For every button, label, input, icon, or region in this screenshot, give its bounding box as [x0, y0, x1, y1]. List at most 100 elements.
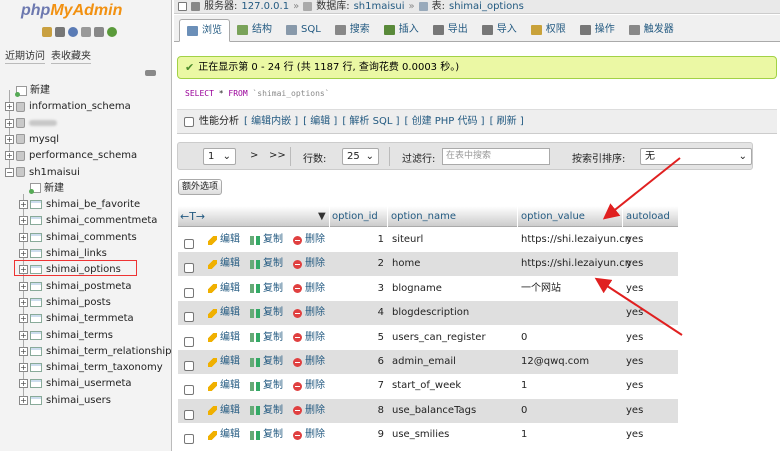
expand-icon[interactable]: +: [5, 134, 14, 144]
next-page-button[interactable]: >: [250, 150, 258, 161]
cell-autoload[interactable]: yes: [626, 350, 643, 374]
tab-operations[interactable]: 操作: [573, 18, 622, 41]
breadcrumb-db[interactable]: sh1maisui: [354, 0, 405, 14]
database-item[interactable]: − sh1maisui: [5, 165, 80, 180]
expand-icon[interactable]: +: [19, 249, 28, 258]
header-autoload[interactable]: autoload: [626, 206, 670, 227]
cell-autoload[interactable]: yes: [626, 374, 643, 398]
create-php-link[interactable]: [ 创建 PHP 代码 ]: [404, 111, 484, 133]
edit-button[interactable]: 编辑: [208, 252, 240, 276]
row-checkbox[interactable]: [184, 336, 194, 347]
cell-autoload[interactable]: yes: [626, 326, 643, 350]
profiling-label[interactable]: 性能分析: [199, 111, 239, 133]
cell-option-id[interactable]: 9: [372, 423, 384, 447]
cell-option-name[interactable]: siteurl: [392, 228, 423, 252]
cell-option-name[interactable]: use_balanceTags: [392, 399, 476, 423]
cell-autoload[interactable]: yes: [626, 399, 643, 423]
table-item-shimai_term_taxonomy[interactable]: + shimai_term_taxonomy: [19, 360, 163, 375]
table-item-shimai_termmeta[interactable]: + shimai_termmeta: [19, 311, 134, 326]
expand-icon[interactable]: +: [19, 346, 28, 356]
expand-icon[interactable]: +: [19, 281, 28, 291]
cell-autoload[interactable]: yes: [626, 228, 643, 252]
copy-button[interactable]: 复制: [250, 277, 283, 301]
table-item-shimai_links[interactable]: + shimai_links: [19, 246, 107, 261]
tab-sql[interactable]: SQL: [279, 18, 328, 41]
delete-button[interactable]: 删除: [293, 228, 325, 252]
last-page-button[interactable]: >>: [269, 150, 286, 161]
row-checkbox[interactable]: [184, 263, 194, 274]
tab-export[interactable]: 导出: [426, 18, 475, 41]
delete-button[interactable]: 删除: [293, 374, 325, 398]
copy-button[interactable]: 复制: [250, 423, 283, 447]
extra-options-button[interactable]: 额外选项: [178, 179, 223, 195]
home-icon[interactable]: [42, 27, 52, 37]
database-item[interactable]: + information_schema: [5, 99, 131, 114]
cell-autoload[interactable]: yes: [626, 277, 643, 301]
cell-option-id[interactable]: 5: [372, 326, 384, 350]
copy-button[interactable]: 复制: [250, 374, 283, 398]
expand-icon[interactable]: +: [19, 379, 28, 389]
filter-input[interactable]: 在表中搜索: [442, 148, 550, 165]
delete-button[interactable]: 删除: [293, 301, 325, 325]
expand-icon[interactable]: +: [19, 297, 28, 307]
edit-button[interactable]: 编辑: [208, 423, 240, 447]
database-item[interactable]: + mysql: [5, 132, 59, 147]
expand-icon[interactable]: +: [19, 330, 28, 340]
help-icon[interactable]: [68, 27, 78, 37]
cell-option-value[interactable]: 1: [521, 374, 527, 398]
cell-option-value[interactable]: 1: [521, 423, 527, 447]
cell-option-id[interactable]: 8: [372, 399, 384, 423]
cell-option-id[interactable]: 7: [372, 374, 384, 398]
cell-autoload[interactable]: yes: [626, 423, 643, 447]
edit-button[interactable]: 编辑: [208, 301, 240, 325]
cell-option-value[interactable]: 12@qwq.com: [521, 350, 589, 374]
cell-option-id[interactable]: 1: [372, 228, 384, 252]
tab-structure[interactable]: 结构: [230, 18, 279, 41]
header-option-id[interactable]: option_id: [332, 206, 378, 227]
delete-button[interactable]: 删除: [293, 326, 325, 350]
row-checkbox[interactable]: [184, 385, 194, 396]
recent-tab[interactable]: 近期访问: [5, 47, 45, 64]
row-checkbox[interactable]: [184, 287, 194, 298]
table-item-shimai_postmeta[interactable]: + shimai_postmeta: [19, 279, 132, 294]
row-checkbox[interactable]: [184, 434, 194, 445]
edit-inline-link[interactable]: [ 编辑内嵌 ]: [244, 111, 298, 133]
row-checkbox[interactable]: [184, 409, 194, 420]
sort-desc-icon[interactable]: ▼: [318, 206, 326, 227]
profiling-checkbox[interactable]: [184, 116, 194, 127]
expand-icon[interactable]: +: [19, 232, 28, 242]
cell-option-name[interactable]: blogname: [392, 277, 442, 301]
delete-button[interactable]: 删除: [293, 277, 325, 301]
table-item-shimai_usermeta[interactable]: + shimai_usermeta: [19, 376, 132, 391]
copy-button[interactable]: 复制: [250, 228, 283, 252]
delete-button[interactable]: 删除: [293, 423, 325, 447]
copy-button[interactable]: 复制: [250, 301, 283, 325]
table-item-shimai_users[interactable]: + shimai_users: [19, 393, 111, 408]
expand-icon[interactable]: +: [5, 102, 14, 112]
table-item-shimai_be_favorite[interactable]: + shimai_be_favorite: [19, 197, 140, 212]
breadcrumb-server[interactable]: 127.0.0.1: [241, 0, 289, 14]
collapse-icon[interactable]: −: [5, 167, 14, 177]
cell-option-name[interactable]: use_smilies: [392, 423, 449, 447]
row-checkbox[interactable]: [184, 361, 194, 371]
cell-option-name[interactable]: users_can_register: [392, 326, 486, 350]
cell-option-id[interactable]: 6: [372, 350, 384, 374]
table-item-shimai_comments[interactable]: + shimai_comments: [19, 230, 137, 245]
docs-icon[interactable]: [81, 27, 91, 37]
delete-button[interactable]: 删除: [293, 252, 325, 276]
edit-button[interactable]: 编辑: [208, 350, 240, 374]
edit-button[interactable]: 编辑: [208, 277, 240, 301]
page-select[interactable]: 1 ⌄: [203, 148, 236, 165]
table-item-shimai_term_relationships[interactable]: + shimai_term_relationships: [19, 344, 171, 359]
expand-icon[interactable]: +: [19, 200, 28, 210]
edit-button[interactable]: 编辑: [208, 374, 240, 398]
cell-option-value[interactable]: 0: [521, 326, 527, 350]
cell-option-value[interactable]: 一个网站: [521, 277, 561, 301]
new-item[interactable]: 新建: [5, 83, 50, 98]
expand-icon[interactable]: +: [5, 151, 14, 161]
database-item[interactable]: + performance_schema: [5, 148, 137, 163]
cell-option-value[interactable]: 0: [521, 399, 527, 423]
edit-button[interactable]: 编辑: [208, 399, 240, 423]
table-item-shimai_terms[interactable]: + shimai_terms: [19, 328, 113, 343]
cell-option-id[interactable]: 2: [372, 252, 384, 276]
